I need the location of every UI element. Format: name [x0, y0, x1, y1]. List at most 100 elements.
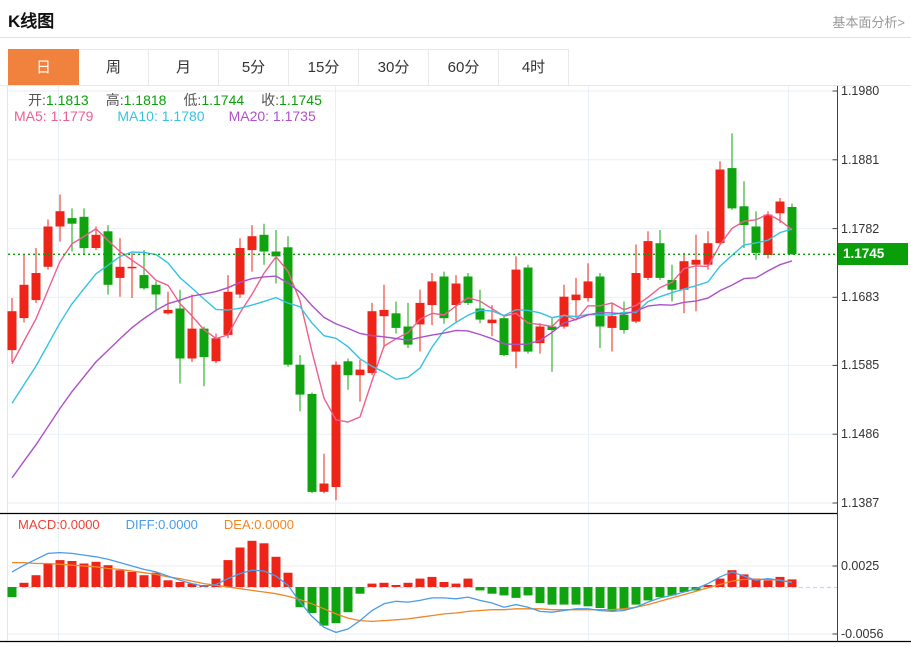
- candle: [140, 250, 149, 290]
- candle: [764, 211, 773, 258]
- candle: [704, 231, 713, 269]
- macd-bar: [116, 570, 125, 587]
- low-label: 低:: [183, 92, 201, 108]
- ma10-line: [12, 229, 792, 403]
- macd-bar: [128, 572, 137, 587]
- candle: [344, 359, 353, 390]
- macd-bar: [32, 575, 41, 587]
- kline-widget: K线图 基本面分析> 日 周 月 5分 15分 30分 60分 4时 开:1.1…: [0, 0, 911, 647]
- price-axis-label: 1.1486: [841, 426, 909, 442]
- candle: [512, 256, 521, 368]
- candle: [476, 290, 485, 323]
- dea-readout: DEA:0.0000: [224, 517, 294, 532]
- candle: [572, 278, 581, 318]
- macd-bar: [392, 585, 401, 587]
- ma10-readout: MA10: 1.1780: [117, 108, 204, 124]
- candle: [488, 305, 497, 336]
- macd-bar: [44, 564, 53, 588]
- price-axis-label: 1.1881: [841, 152, 909, 168]
- open-value: 1.1813: [46, 92, 89, 108]
- candle: [188, 295, 197, 362]
- macd-bar: [368, 584, 377, 587]
- candle: [44, 220, 53, 270]
- current-price-value: 1.1745: [843, 246, 884, 261]
- candle: [260, 224, 269, 265]
- candle: [416, 290, 425, 352]
- macd-legend: MACD:0.0000 DIFF:0.0000 DEA:0.0000: [18, 517, 294, 532]
- candle: [524, 265, 533, 354]
- candle: [740, 181, 749, 248]
- candle: [608, 303, 617, 352]
- macd-bar: [500, 587, 509, 595]
- candle: [596, 273, 605, 348]
- price-axis-label: 1.1782: [841, 221, 909, 237]
- macd-bar: [320, 587, 329, 626]
- ma-legend: MA5: 1.1779 MA10: 1.1780 MA20: 1.1735: [14, 108, 316, 124]
- candle: [200, 327, 209, 387]
- macd-bar: [272, 557, 281, 587]
- macd-bar: [584, 587, 593, 606]
- price-axis-label: 1.1683: [841, 289, 909, 305]
- price-axis-label: 1.1387: [841, 495, 909, 511]
- candle: [680, 253, 689, 313]
- candle: [104, 225, 113, 295]
- macd-bar: [620, 587, 629, 610]
- macd-bar: [80, 564, 89, 588]
- candle: [656, 230, 665, 280]
- macd-bar: [644, 587, 653, 600]
- candle: [56, 195, 65, 242]
- candle: [236, 238, 245, 298]
- macd-bar: [428, 577, 437, 587]
- candle: [332, 361, 341, 500]
- macd-bar: [488, 587, 497, 594]
- price-axis-label: 1.1980: [841, 83, 909, 99]
- macd-axis-label: -0.0056: [841, 626, 909, 642]
- macd-bar: [308, 587, 317, 613]
- macd-axis-label: 0.0025: [841, 558, 909, 574]
- candle: [428, 273, 437, 325]
- macd-bar: [164, 580, 173, 587]
- macd-bar: [608, 587, 617, 611]
- macd-bar: [224, 560, 233, 587]
- candle: [380, 285, 389, 348]
- macd-bar: [764, 580, 773, 587]
- macd-bar: [776, 577, 785, 587]
- candle: [116, 238, 125, 296]
- macd-bar: [548, 587, 557, 605]
- macd-bar: [332, 587, 341, 623]
- macd-bar: [356, 587, 365, 594]
- candle: [308, 393, 317, 494]
- macd-bar: [512, 587, 521, 598]
- macd-bar: [572, 587, 581, 605]
- candle: [8, 298, 17, 362]
- current-price-tag: 1.1745: [838, 243, 908, 265]
- candle: [80, 208, 89, 255]
- price-axis-label: 1.1585: [841, 357, 909, 373]
- macd-bar: [656, 587, 665, 597]
- candle: [644, 231, 653, 280]
- candle: [452, 275, 461, 322]
- macd-bar: [560, 587, 569, 605]
- macd-bar: [260, 543, 269, 587]
- macd-bar: [596, 587, 605, 608]
- macd-bar: [440, 582, 449, 587]
- candle: [320, 454, 329, 494]
- macd-bar: [8, 587, 17, 597]
- candle: [584, 263, 593, 301]
- close-label: 收:: [261, 92, 279, 108]
- close-value: 1.1745: [279, 92, 322, 108]
- macd-bar: [452, 584, 461, 587]
- macd-bar: [524, 587, 533, 595]
- macd-bar: [140, 575, 149, 587]
- candle: [728, 133, 737, 209]
- macd-bar: [20, 583, 29, 587]
- high-label: 高:: [106, 92, 124, 108]
- macd-bar: [248, 541, 257, 587]
- macd-bar: [236, 548, 245, 588]
- macd-bar: [632, 587, 641, 605]
- candle: [716, 161, 725, 244]
- macd-bar: [536, 587, 545, 603]
- open-label: 开:: [28, 92, 46, 108]
- diff-readout: DIFF:0.0000: [126, 517, 198, 532]
- macd-bar: [464, 579, 473, 587]
